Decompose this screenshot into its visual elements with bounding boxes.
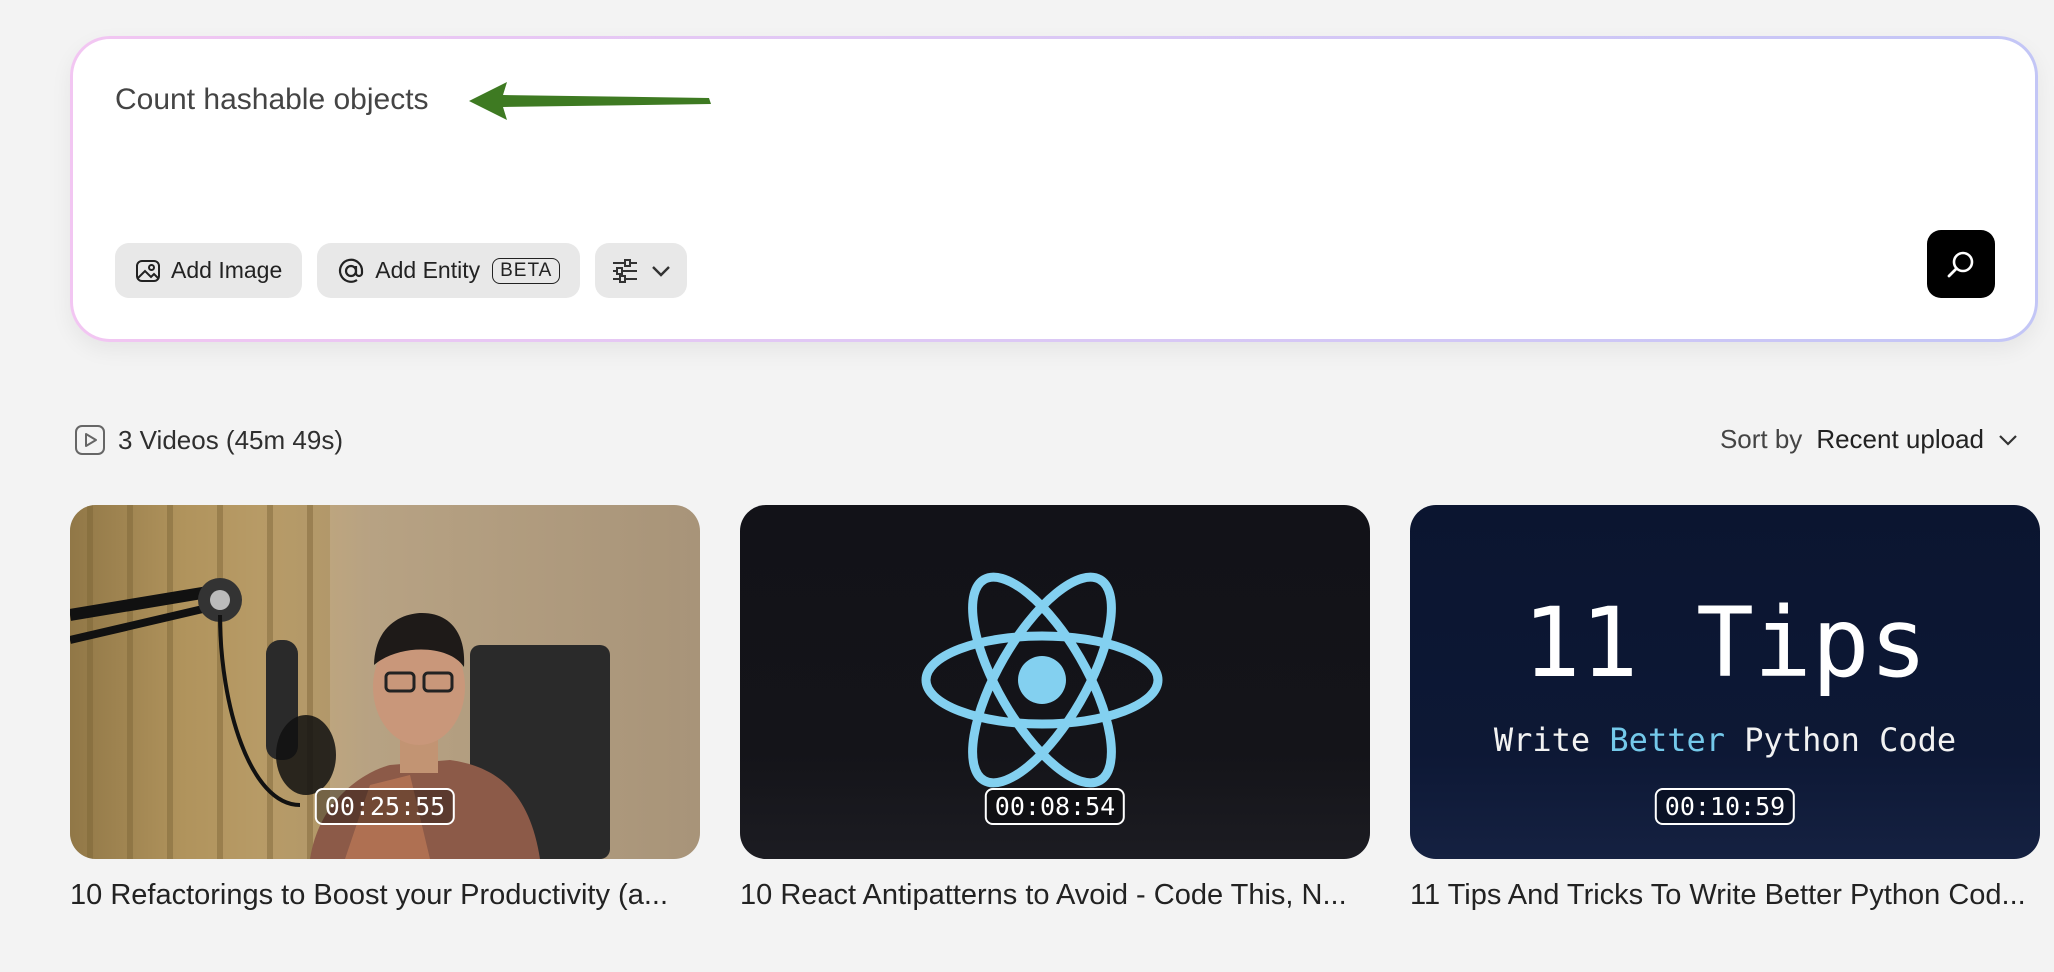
video-title[interactable]: 10 React Antipatterns to Avoid - Code Th… bbox=[740, 879, 1370, 912]
chevron-down-icon bbox=[652, 265, 671, 277]
thumbnail-title: 11 Tips bbox=[1522, 587, 1928, 699]
sort-value: Recent upload bbox=[1816, 424, 1984, 454]
video-card[interactable]: 00:25:55 10 Refactorings to Boost your P… bbox=[70, 505, 700, 912]
search-submit-button[interactable] bbox=[1927, 230, 1995, 298]
video-thumbnail[interactable]: 00:25:55 bbox=[70, 505, 700, 859]
video-count-label: 3 Videos (45m 49s) bbox=[118, 424, 343, 455]
video-thumbnail[interactable]: 00:08:54 bbox=[740, 505, 1370, 859]
video-card[interactable]: 11 Tips Write Better Python Code 00:10:5… bbox=[1410, 505, 2040, 912]
search-panel: Count hashable objects Add Image Add Ent… bbox=[70, 36, 2038, 342]
green-arrow-annotation bbox=[469, 82, 711, 120]
chevron-down-icon bbox=[1999, 434, 2017, 446]
video-duration: 00:08:54 bbox=[984, 788, 1126, 825]
search-query-text[interactable]: Count hashable objects bbox=[115, 83, 429, 117]
search-toolbar: Add Image Add Entity BETA bbox=[115, 243, 688, 298]
play-icon bbox=[75, 425, 105, 455]
video-duration: 00:10:59 bbox=[1654, 788, 1796, 825]
video-title[interactable]: 10 Refactorings to Boost your Productivi… bbox=[70, 879, 700, 912]
video-thumbnail[interactable]: 11 Tips Write Better Python Code 00:10:5… bbox=[1410, 505, 2040, 859]
sort-label: Sort by bbox=[1719, 424, 1803, 454]
add-image-button[interactable]: Add Image bbox=[115, 243, 303, 298]
thumbnail-subtitle-highlight: Better bbox=[1609, 721, 1725, 759]
add-entity-label: Add Entity bbox=[375, 257, 481, 283]
thumbnail-subtitle-part: Write bbox=[1493, 721, 1591, 759]
video-duration: 00:25:55 bbox=[314, 788, 456, 825]
thumbnail-subtitle: Write Better Python Code bbox=[1410, 721, 2040, 759]
at-sign-icon bbox=[339, 258, 364, 283]
search-box[interactable]: Count hashable objects Add Image Add Ent… bbox=[73, 39, 2035, 339]
sort-control[interactable]: Sort by Recent upload bbox=[1720, 424, 2018, 455]
filter-dropdown-button[interactable] bbox=[595, 243, 688, 298]
add-image-label: Add Image bbox=[171, 257, 283, 283]
sliders-icon bbox=[613, 258, 638, 283]
search-icon bbox=[1947, 251, 1974, 278]
video-title[interactable]: 11 Tips And Tricks To Write Better Pytho… bbox=[1410, 879, 2040, 912]
video-count: 3 Videos (45m 49s) bbox=[74, 424, 343, 456]
image-icon bbox=[136, 259, 160, 282]
beta-badge: BETA bbox=[492, 257, 561, 284]
video-card[interactable]: 00:08:54 10 React Antipatterns to Avoid … bbox=[740, 505, 1370, 912]
add-entity-button[interactable]: Add Entity BETA bbox=[317, 243, 581, 298]
thumbnail-subtitle-part: Python Code bbox=[1744, 721, 1957, 759]
